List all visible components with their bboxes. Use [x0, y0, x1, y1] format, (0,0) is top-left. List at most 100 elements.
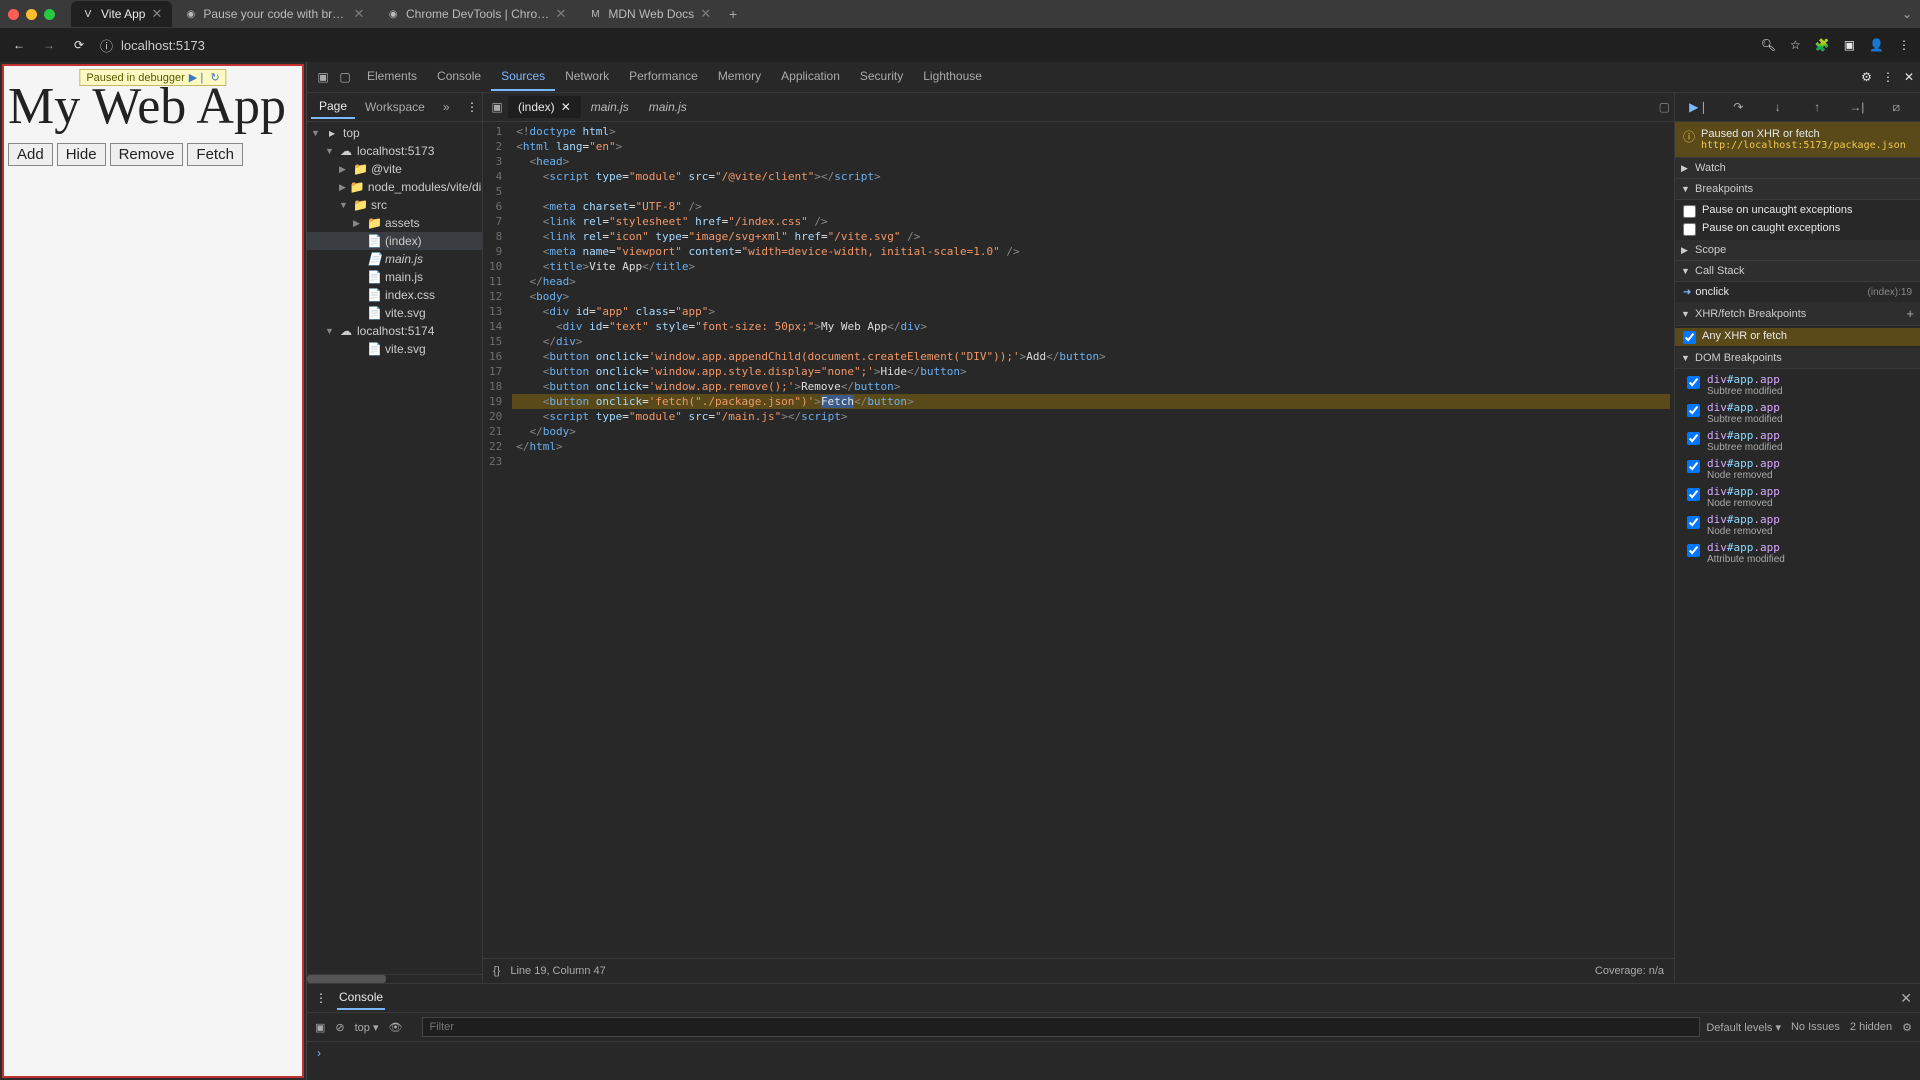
close-window[interactable]	[8, 9, 19, 20]
dom-bp-checkbox[interactable]	[1687, 460, 1700, 473]
close-tab-icon[interactable]: ✕	[353, 6, 364, 22]
issues-indicator[interactable]: No Issues	[1791, 1021, 1840, 1033]
clear-console-icon[interactable]: ⊘	[335, 1021, 344, 1034]
add-button[interactable]: Add	[8, 143, 53, 166]
devtools-tab-network[interactable]: Network	[555, 63, 619, 91]
profile-icon[interactable]: 👤	[1869, 38, 1884, 52]
new-tab-button[interactable]: +	[723, 4, 743, 24]
tab-overflow-icon[interactable]: ⌄	[1902, 7, 1912, 21]
xhr-bp-checkbox[interactable]	[1683, 331, 1696, 344]
url-text[interactable]: localhost:5173	[121, 38, 205, 53]
dom-breakpoint-item[interactable]: div#app.appNode removed	[1675, 511, 1920, 539]
resume-icon[interactable]: ▶❘	[189, 71, 207, 84]
dom-bp-checkbox[interactable]	[1687, 516, 1700, 529]
page-tab[interactable]: Page	[311, 95, 355, 119]
file-tree[interactable]: ▼▸top ▼☁localhost:5173 ▶📁@vite ▶📁node_mo…	[307, 122, 482, 974]
more-icon[interactable]: ⋮	[1882, 70, 1894, 84]
breakpoint-item[interactable]: Pause on uncaught exceptions	[1675, 202, 1920, 220]
remove-button[interactable]: Remove	[110, 143, 184, 166]
extensions-icon[interactable]: 🧩	[1815, 38, 1830, 52]
breakpoints-section[interactable]: ▼Breakpoints	[1675, 179, 1920, 200]
browser-tab[interactable]: MMDN Web Docs✕	[578, 1, 721, 27]
reload-button[interactable]: ⟳	[70, 36, 88, 54]
horizontal-scrollbar[interactable]	[307, 975, 386, 983]
dom-breakpoint-item[interactable]: div#app.appAttribute modified	[1675, 539, 1920, 567]
log-levels-selector[interactable]: Default levels ▾	[1706, 1021, 1781, 1034]
format-icon[interactable]: {}	[493, 965, 500, 977]
menu-icon[interactable]: ⋮	[1898, 38, 1910, 52]
nav-more-icon[interactable]: ⋮	[466, 100, 478, 114]
xhr-breakpoints-section[interactable]: ▼XHR/fetch Breakpoints+	[1675, 302, 1920, 326]
step-over-button[interactable]: ↷	[1729, 98, 1747, 116]
hidden-count[interactable]: 2 hidden	[1850, 1021, 1892, 1033]
search-icon[interactable]: 🔍︎	[1761, 38, 1776, 52]
devtools-tab-console[interactable]: Console	[427, 63, 491, 91]
settings-icon[interactable]: ⚙	[1861, 70, 1872, 84]
close-drawer-icon[interactable]: ✕	[1900, 990, 1912, 1007]
live-expression-icon[interactable]: 👁	[389, 1021, 403, 1034]
close-tab-icon[interactable]: ✕	[555, 6, 566, 22]
browser-tab[interactable]: ◉Pause your code with breakp✕	[174, 1, 374, 27]
dom-breakpoint-item[interactable]: div#app.appNode removed	[1675, 455, 1920, 483]
step-icon[interactable]: ↻	[210, 71, 219, 84]
context-selector[interactable]: top ▾	[355, 1021, 379, 1034]
devtools-tab-performance[interactable]: Performance	[619, 63, 708, 91]
wrap-icon[interactable]: ▢	[1659, 100, 1670, 114]
minimize-window[interactable]	[26, 9, 37, 20]
code-editor[interactable]: 1234567891011121314151617181920212223 <!…	[483, 122, 1674, 958]
dom-bp-checkbox[interactable]	[1687, 376, 1700, 389]
hide-button[interactable]: Hide	[57, 143, 106, 166]
scope-section[interactable]: ▶Scope	[1675, 240, 1920, 261]
step-button[interactable]: →|	[1848, 98, 1866, 116]
devtools-tab-security[interactable]: Security	[850, 63, 913, 91]
workspace-tab[interactable]: Workspace	[357, 96, 433, 118]
close-devtools-icon[interactable]: ✕	[1904, 70, 1914, 84]
deactivate-breakpoints-button[interactable]: ⧄	[1887, 98, 1905, 116]
console-menu-icon[interactable]: ⋮	[315, 991, 327, 1005]
devtools-tab-application[interactable]: Application	[771, 63, 850, 91]
devtools-tab-memory[interactable]: Memory	[708, 63, 771, 91]
dom-breakpoint-item[interactable]: div#app.appSubtree modified	[1675, 399, 1920, 427]
breakpoint-checkbox[interactable]	[1683, 205, 1696, 218]
step-into-button[interactable]: ↓	[1769, 98, 1787, 116]
dom-breakpoint-item[interactable]: div#app.appSubtree modified	[1675, 427, 1920, 455]
devtools-tab-elements[interactable]: Elements	[357, 63, 427, 91]
resume-button[interactable]: ▶❘	[1690, 98, 1708, 116]
callstack-section[interactable]: ▼Call Stack	[1675, 261, 1920, 282]
device-toolbar-icon[interactable]: ▢	[335, 67, 355, 87]
close-tab-icon[interactable]: ✕	[700, 6, 711, 22]
add-xhr-bp-icon[interactable]: +	[1906, 306, 1914, 321]
bookmark-icon[interactable]: ☆	[1790, 38, 1801, 52]
devtools-tab-sources[interactable]: Sources	[491, 63, 555, 91]
devtools-tab-lighthouse[interactable]: Lighthouse	[913, 63, 992, 91]
forward-button[interactable]: →	[40, 36, 58, 54]
console-sidebar-icon[interactable]: ▣	[315, 1021, 325, 1034]
dom-bp-checkbox[interactable]	[1687, 432, 1700, 445]
watch-section[interactable]: ▶Watch	[1675, 158, 1920, 179]
dom-bp-checkbox[interactable]	[1687, 544, 1700, 557]
fetch-button[interactable]: Fetch	[187, 143, 243, 166]
close-editor-tab-icon[interactable]: ✕	[561, 100, 571, 114]
dom-breakpoint-item[interactable]: div#app.appNode removed	[1675, 483, 1920, 511]
callstack-frame[interactable]: ➜onclick(index):19	[1675, 284, 1920, 300]
maximize-window[interactable]	[44, 9, 55, 20]
xhr-breakpoint-item[interactable]: Any XHR or fetch	[1675, 328, 1920, 346]
dom-breakpoints-section[interactable]: ▼DOM Breakpoints	[1675, 348, 1920, 369]
browser-tab[interactable]: ◉Chrome DevTools | Chrome✕	[376, 1, 576, 27]
site-info-icon[interactable]: ⓘ	[100, 36, 113, 55]
editor-tab[interactable]: (index) ✕	[508, 96, 581, 118]
close-tab-icon[interactable]: ✕	[151, 6, 162, 22]
breakpoint-item[interactable]: Pause on caught exceptions	[1675, 220, 1920, 238]
editor-tab[interactable]: main.js	[581, 96, 639, 118]
panel-icon[interactable]: ▣	[1844, 38, 1855, 52]
back-button[interactable]: ←	[10, 36, 28, 54]
dom-breakpoint-item[interactable]: div#app.appSubtree modified	[1675, 371, 1920, 399]
dom-bp-checkbox[interactable]	[1687, 404, 1700, 417]
browser-tab[interactable]: VVite App✕	[71, 1, 172, 27]
console-prompt[interactable]: ›	[307, 1042, 1920, 1080]
step-out-button[interactable]: ↑	[1808, 98, 1826, 116]
breakpoint-checkbox[interactable]	[1683, 223, 1696, 236]
console-tab[interactable]: Console	[337, 986, 385, 1010]
inspect-icon[interactable]: ▣	[313, 67, 333, 87]
dom-bp-checkbox[interactable]	[1687, 488, 1700, 501]
